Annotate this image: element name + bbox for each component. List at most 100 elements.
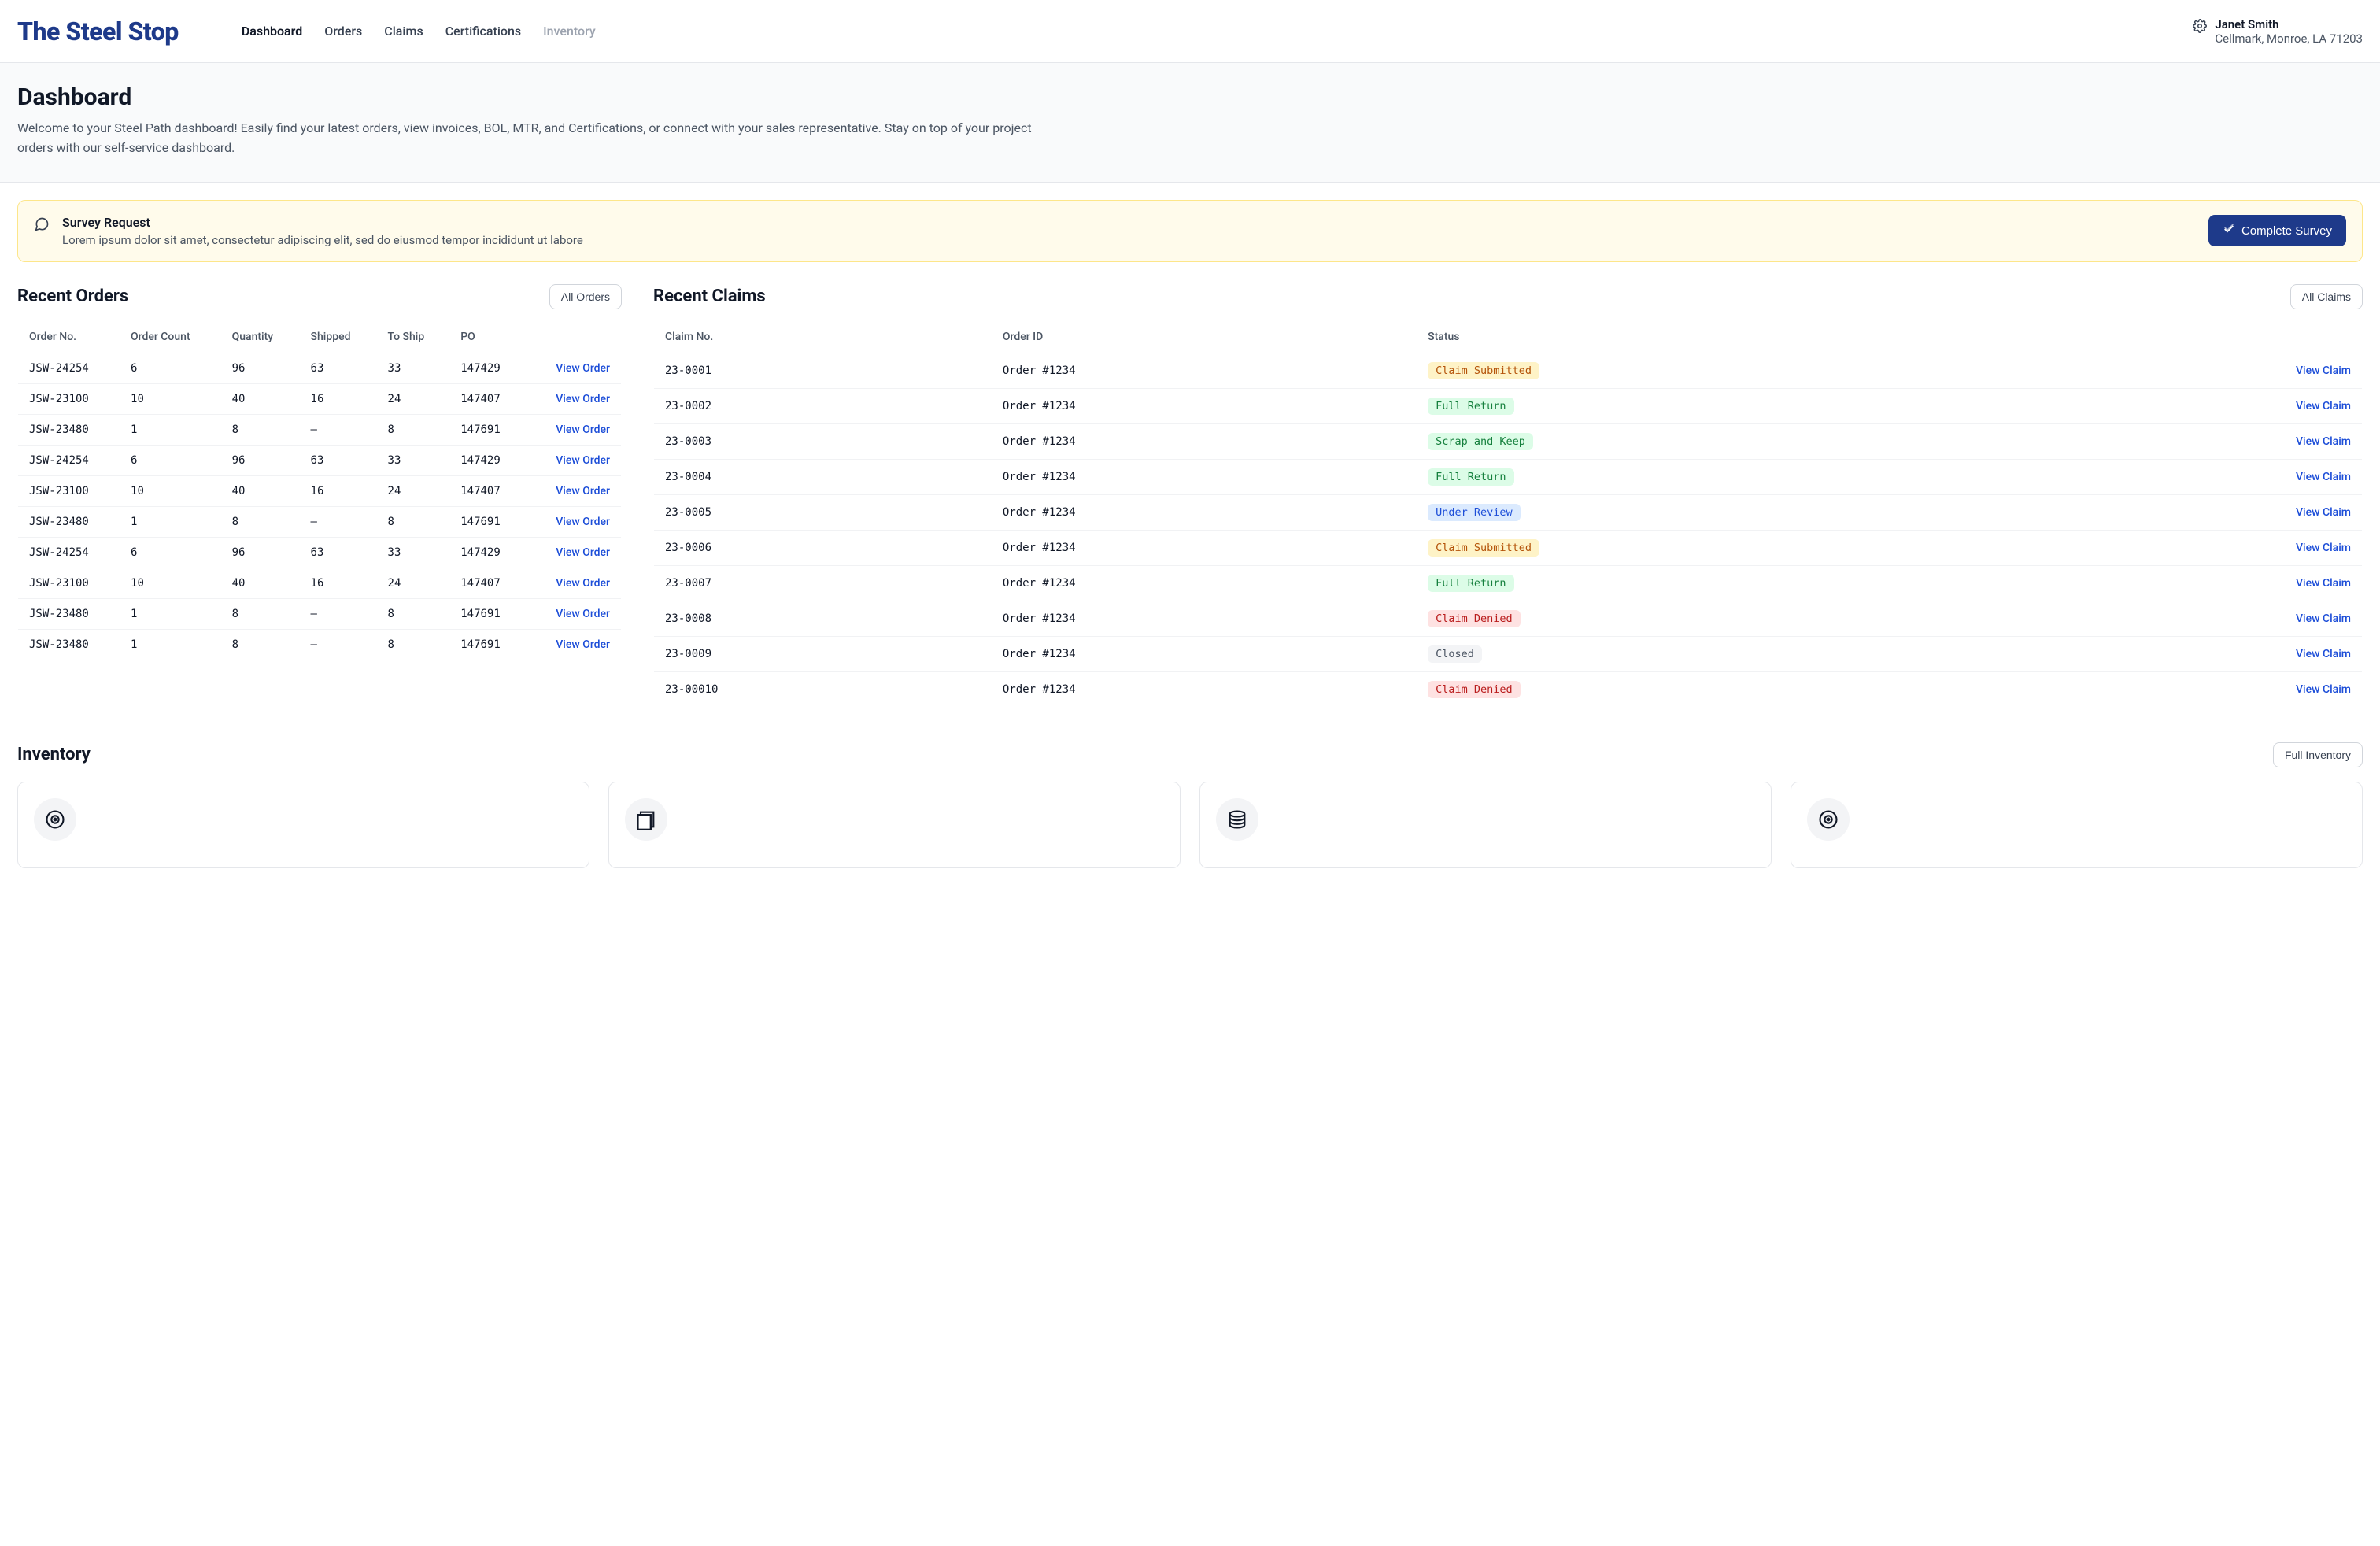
view-claim-link[interactable]: View Claim: [2296, 648, 2351, 660]
claim-cell-status: Claim Submitted: [1417, 353, 2015, 388]
view-order-link[interactable]: View Order: [556, 516, 610, 528]
nav-certifications[interactable]: Certifications: [445, 24, 521, 39]
all-orders-button[interactable]: All Orders: [549, 284, 622, 309]
order-cell-qty: 8: [221, 629, 300, 660]
order-cell-no: JSW-23480: [18, 629, 120, 660]
user-menu[interactable]: Janet Smith Cellmark, Monroe, LA 71203: [2193, 17, 2363, 46]
full-inventory-button[interactable]: Full Inventory: [2273, 742, 2363, 767]
view-order-link[interactable]: View Order: [556, 362, 610, 375]
orders-col-header: PO: [449, 320, 527, 353]
table-row: 23-0006Order #1234Claim SubmittedView Cl…: [654, 530, 2363, 565]
order-cell-toship: 33: [377, 353, 450, 383]
claim-cell-order: Order #1234: [992, 565, 1417, 601]
view-claim-link[interactable]: View Claim: [2296, 364, 2351, 377]
order-cell-count: 1: [120, 506, 221, 537]
order-cell-shipped: –: [300, 414, 377, 445]
inventory-card[interactable]: [1199, 782, 1772, 868]
order-cell-qty: 8: [221, 598, 300, 629]
claims-col-header: Claim No.: [654, 320, 992, 353]
order-cell-count: 6: [120, 353, 221, 383]
claims-table: Claim No.Order IDStatus 23-0001Order #12…: [653, 320, 2363, 708]
orders-col-header: To Ship: [377, 320, 450, 353]
order-cell-po: 147691: [449, 629, 527, 660]
view-order-link[interactable]: View Order: [556, 577, 610, 590]
claims-col-header: [2016, 320, 2363, 353]
order-cell-qty: 8: [221, 414, 300, 445]
table-row: 23-0007Order #1234Full ReturnView Claim: [654, 565, 2363, 601]
all-claims-button[interactable]: All Claims: [2290, 284, 2363, 309]
view-claim-link[interactable]: View Claim: [2296, 506, 2351, 519]
claim-cell-status: Claim Denied: [1417, 671, 2015, 707]
topbar: The Steel Stop Dashboard Orders Claims C…: [0, 0, 2380, 63]
table-row: 23-0002Order #1234Full ReturnView Claim: [654, 388, 2363, 423]
order-cell-no: JSW-24254: [18, 445, 120, 475]
claim-cell-order: Order #1234: [992, 671, 1417, 707]
order-cell-qty: 96: [221, 353, 300, 383]
order-cell-po: 147407: [449, 475, 527, 506]
order-cell-count: 1: [120, 598, 221, 629]
view-order-link[interactable]: View Order: [556, 546, 610, 559]
claim-cell-status: Under Review: [1417, 494, 2015, 530]
view-order-link[interactable]: View Order: [556, 393, 610, 405]
order-cell-count: 1: [120, 629, 221, 660]
claim-cell-no: 23-00010: [654, 671, 992, 707]
order-cell-toship: 33: [377, 445, 450, 475]
stack-icon: [1216, 798, 1258, 841]
order-cell-no: JSW-23100: [18, 475, 120, 506]
table-row: JSW-2348018–8147691View Order: [18, 598, 622, 629]
coil-icon: [1807, 798, 1850, 841]
view-claim-link[interactable]: View Claim: [2296, 400, 2351, 412]
claim-cell-status: Claim Submitted: [1417, 530, 2015, 565]
page-subtitle: Welcome to your Steel Path dashboard! Ea…: [17, 119, 1056, 158]
orders-col-header: Order Count: [120, 320, 221, 353]
order-cell-toship: 24: [377, 383, 450, 414]
order-cell-qty: 96: [221, 445, 300, 475]
status-badge: Full Return: [1428, 468, 1513, 486]
survey-banner: Survey Request Lorem ipsum dolor sit ame…: [17, 200, 2363, 262]
table-row: 23-00010Order #1234Claim Denied View Clai…: [654, 671, 2363, 707]
order-cell-po: 147691: [449, 506, 527, 537]
order-cell-no: JSW-24254: [18, 537, 120, 568]
view-order-link[interactable]: View Order: [556, 423, 610, 436]
order-cell-toship: 8: [377, 414, 450, 445]
table-row: 23-0008Order #1234Claim DeniedView Claim: [654, 601, 2363, 636]
table-row: 23-0009Order #1234ClosedView Claim: [654, 636, 2363, 671]
inventory-card[interactable]: [17, 782, 589, 868]
view-claim-link[interactable]: View Claim: [2296, 471, 2351, 483]
order-cell-qty: 40: [221, 568, 300, 598]
inventory-card[interactable]: [1791, 782, 2363, 868]
complete-survey-button[interactable]: Complete Survey: [2208, 215, 2346, 246]
view-claim-link[interactable]: View Claim: [2296, 435, 2351, 448]
claim-cell-status: Closed: [1417, 636, 2015, 671]
view-order-link[interactable]: View Order: [556, 485, 610, 497]
order-cell-toship: 8: [377, 598, 450, 629]
nav-orders[interactable]: Orders: [324, 24, 362, 39]
view-claim-link[interactable]: View Claim: [2296, 577, 2351, 590]
view-order-link[interactable]: View Order: [556, 638, 610, 651]
order-cell-toship: 8: [377, 506, 450, 537]
order-cell-po: 147691: [449, 414, 527, 445]
view-order-link[interactable]: View Order: [556, 608, 610, 620]
inventory-panel: Inventory Full Inventory: [17, 742, 2363, 868]
order-cell-no: JSW-23480: [18, 506, 120, 537]
view-order-link[interactable]: View Order: [556, 454, 610, 467]
nav-inventory[interactable]: Inventory: [543, 24, 596, 39]
nav-dashboard[interactable]: Dashboard: [242, 24, 302, 39]
claim-cell-order: Order #1234: [992, 601, 1417, 636]
claim-cell-no: 23-0007: [654, 565, 992, 601]
order-cell-no: JSW-23480: [18, 414, 120, 445]
order-cell-shipped: –: [300, 629, 377, 660]
claim-cell-status: Claim Denied: [1417, 601, 2015, 636]
brand-logo[interactable]: The Steel Stop: [17, 17, 179, 46]
view-claim-link[interactable]: View Claim: [2296, 542, 2351, 554]
inventory-card[interactable]: [608, 782, 1181, 868]
status-badge: Scrap and Keep: [1428, 433, 1533, 450]
nav-claims[interactable]: Claims: [384, 24, 423, 39]
order-cell-shipped: –: [300, 598, 377, 629]
view-claim-link[interactable]: View Claim: [2296, 612, 2351, 625]
order-cell-shipped: 63: [300, 537, 377, 568]
claim-cell-no: 23-0002: [654, 388, 992, 423]
view-claim-link[interactable]: View Claim: [2296, 683, 2351, 696]
status-badge: Claim Submitted: [1428, 539, 1539, 557]
table-row: JSW-2348018–8147691View Order: [18, 414, 622, 445]
